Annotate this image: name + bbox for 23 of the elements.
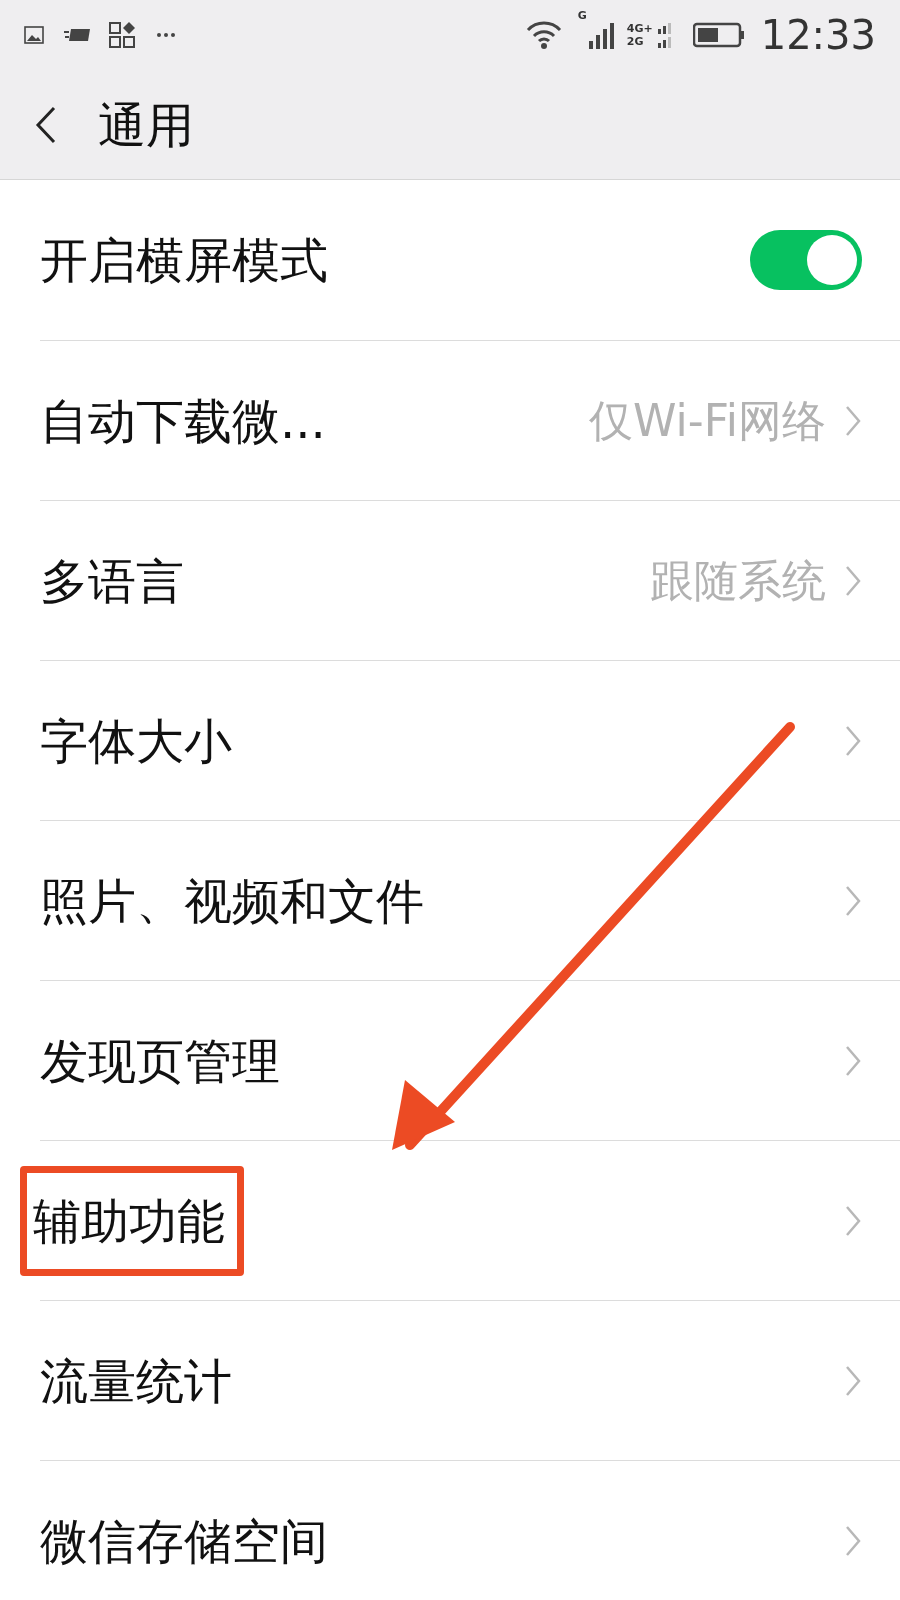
row-label: 发现页管理 xyxy=(40,1031,280,1091)
more-icon xyxy=(156,31,176,39)
image-icon xyxy=(24,25,44,45)
row-label: 辅助功能 xyxy=(33,1192,225,1249)
row-label: 流量统计 xyxy=(40,1351,232,1411)
apps-icon xyxy=(108,21,136,49)
wifi-icon xyxy=(525,21,562,49)
row-value: 跟随系统 xyxy=(650,553,826,608)
network-label: G xyxy=(577,10,587,21)
row-label: 照片、视频和文件 xyxy=(40,871,424,931)
network-label: 4G+ xyxy=(626,23,653,34)
row-value: 仅Wi-Fi网络 xyxy=(589,393,826,448)
toggle-switch[interactable] xyxy=(750,230,862,290)
row-label: 字体大小 xyxy=(40,711,232,771)
row-label: 微信存储空间 xyxy=(40,1511,328,1571)
battery-icon xyxy=(692,21,745,49)
signal-icon xyxy=(586,21,615,49)
row-label: 开启横屏模式 xyxy=(40,231,328,290)
row-label: 多语言 xyxy=(40,551,184,611)
network-label: 2G xyxy=(626,36,645,47)
status-time: 12:33 xyxy=(760,15,876,55)
row-label: 自动下载微... xyxy=(40,391,326,451)
page-title: 通用 xyxy=(98,95,194,155)
